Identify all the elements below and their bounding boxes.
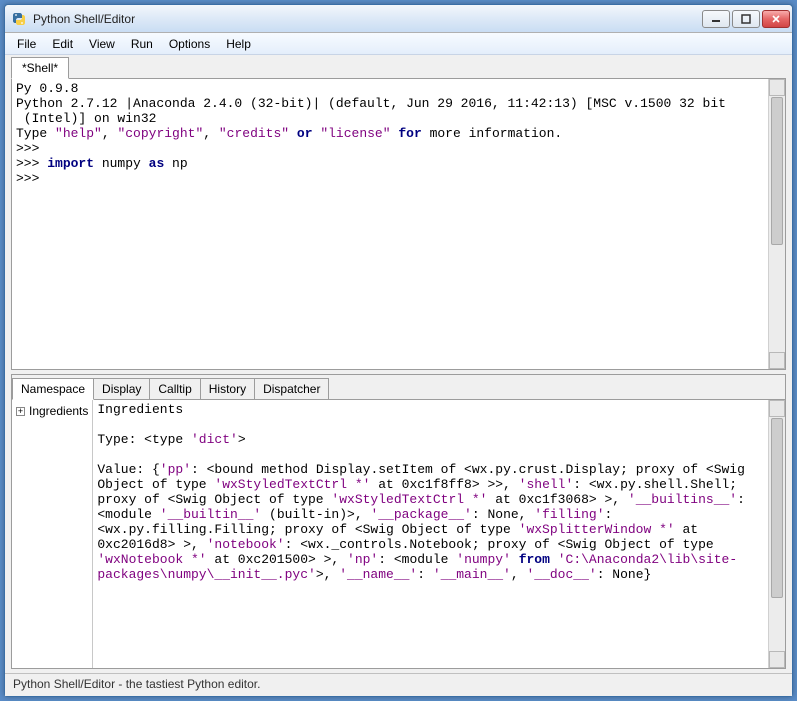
app-icon [11,11,27,27]
lower-panel: NamespaceDisplayCalltipHistoryDispatcher… [11,374,786,669]
shell-scrollbar[interactable] [768,79,785,369]
lower-tabs: NamespaceDisplayCalltipHistoryDispatcher [12,375,785,399]
tab-calltip[interactable]: Calltip [149,378,200,400]
app-window: Python Shell/Editor FileEditViewRunOptio… [4,4,793,697]
namespace-detail[interactable]: Ingredients Type: <type 'dict'> Value: {… [93,400,768,668]
tab-dispatcher[interactable]: Dispatcher [254,378,329,400]
shell-pane: Py 0.9.8Python 2.7.12 |Anaconda 2.4.0 (3… [11,78,786,370]
menu-view[interactable]: View [81,35,123,53]
document-tabs: *Shell* [11,57,786,79]
menu-file[interactable]: File [9,35,44,53]
close-button[interactable] [762,10,790,28]
detail-scrollbar[interactable] [768,400,785,668]
expand-icon[interactable]: + [16,407,25,416]
window-title: Python Shell/Editor [33,12,702,26]
tab-shell[interactable]: *Shell* [11,57,69,79]
menu-bar: FileEditViewRunOptionsHelp [5,33,792,55]
menu-help[interactable]: Help [218,35,259,53]
scroll-down-icon[interactable] [769,651,785,668]
namespace-tree[interactable]: + Ingredients [12,400,93,668]
title-bar[interactable]: Python Shell/Editor [5,5,792,33]
minimize-button[interactable] [702,10,730,28]
scroll-thumb[interactable] [771,418,783,598]
scroll-up-icon[interactable] [769,79,785,96]
menu-run[interactable]: Run [123,35,161,53]
shell-input[interactable]: Py 0.9.8Python 2.7.12 |Anaconda 2.4.0 (3… [12,79,768,369]
tab-namespace[interactable]: Namespace [12,378,94,400]
maximize-button[interactable] [732,10,760,28]
content-area: *Shell* Py 0.9.8Python 2.7.12 |Anaconda … [5,55,792,673]
tab-display[interactable]: Display [93,378,150,400]
menu-edit[interactable]: Edit [44,35,81,53]
scroll-up-icon[interactable] [769,400,785,417]
menu-options[interactable]: Options [161,35,218,53]
scroll-down-icon[interactable] [769,352,785,369]
tree-root-row[interactable]: + Ingredients [16,404,88,418]
status-bar: Python Shell/Editor - the tastiest Pytho… [5,673,792,696]
status-text: Python Shell/Editor - the tastiest Pytho… [13,677,260,691]
tree-root-label: Ingredients [29,404,88,418]
scroll-thumb[interactable] [771,97,783,245]
tab-history[interactable]: History [200,378,255,400]
